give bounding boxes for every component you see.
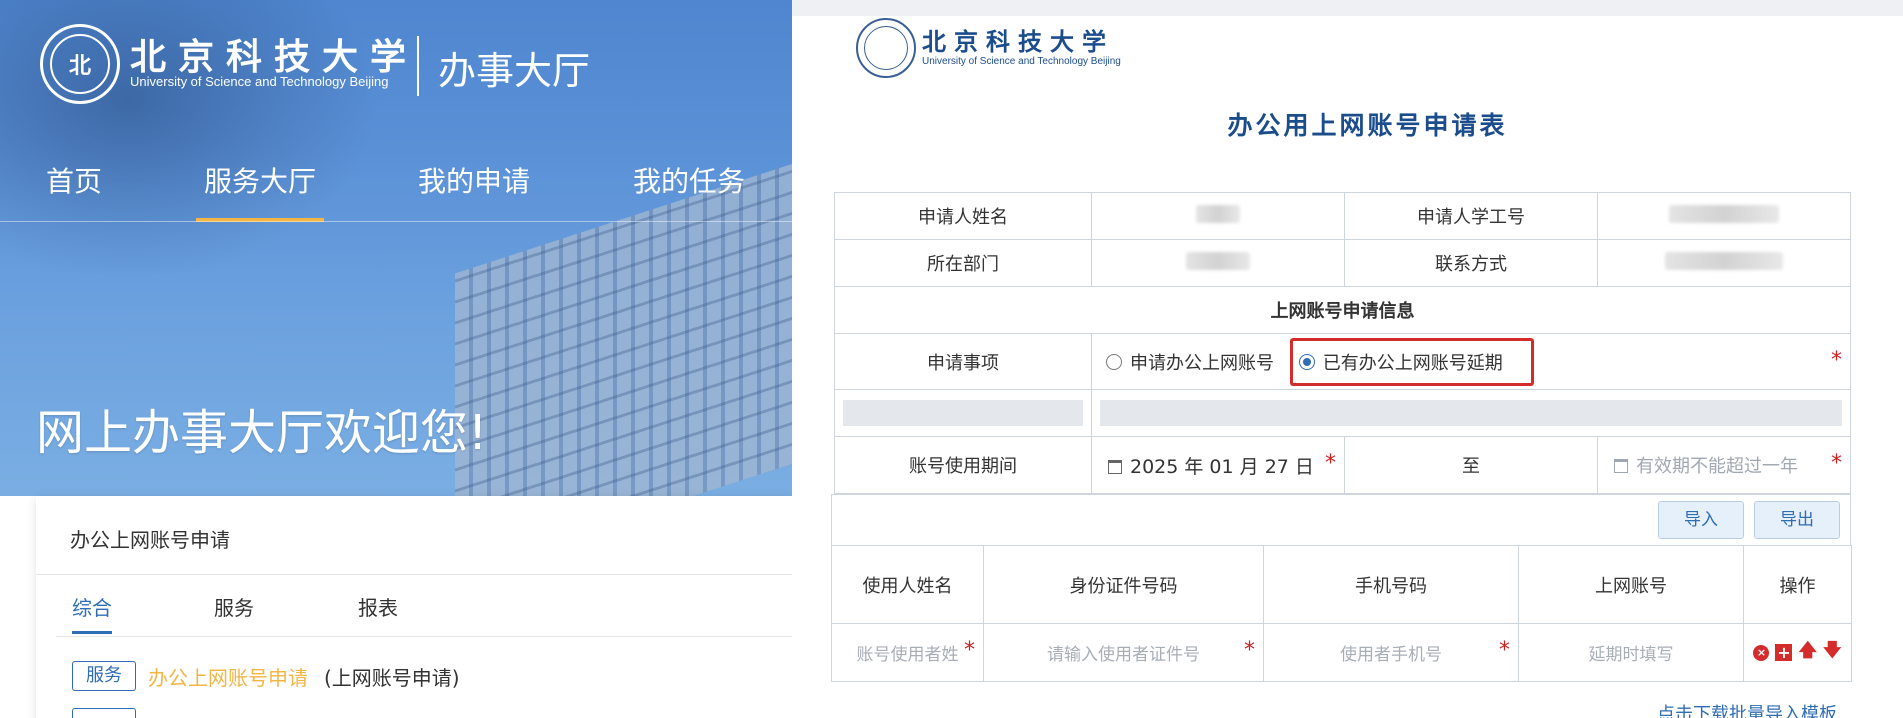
header-account: 上网账号 [1518,545,1744,624]
delete-row-icon[interactable]: × [1753,644,1770,661]
nav-my-applications[interactable]: 我的申请 [418,160,530,222]
service-badge-next [72,708,136,718]
portal-panel: 北 北京科技大学 University of Science and Techn… [0,0,792,718]
form-title: 办公用上网账号申请表 [1227,111,1508,140]
label-usage-period: 账号使用期间 [834,436,1092,494]
move-up-icon[interactable]: 🡅 [1798,638,1817,668]
blank-value [1091,389,1851,437]
university-seal-icon[interactable]: 北 [40,24,120,104]
nav-service-hall[interactable]: 服务大厅 [195,160,325,222]
main-nav: 首页 服务大厅 我的申请 我的任务 [0,160,792,222]
value-department [1091,239,1345,287]
label-apply-item: 申请事项 [834,333,1092,390]
top-strip [792,0,1903,16]
value-applicant-id [1597,192,1851,240]
service-badge: 服务 [72,661,136,691]
tab-divider [56,636,792,637]
university-name-en: University of Science and Technology Bei… [130,74,389,89]
input-id-number[interactable]: 请输入使用者证件号 * [983,623,1264,682]
highlight-box: 已有办公上网账号延期 [1289,337,1534,386]
header-actions: 操作 [1743,545,1852,624]
applicant-info-table: 申请人姓名 申请人学工号 所在部门 联系方式 上网账号申请信息 申请事项 申请办… [834,192,1851,494]
nav-my-tasks[interactable]: 我的任务 [633,160,745,222]
university-seal-icon-small [856,18,916,78]
label-applicant-name: 申请人姓名 [834,192,1092,240]
download-template-link[interactable]: 点击下载批量导入模板 [1657,700,1837,718]
calendar-icon [1108,459,1122,474]
blank-label [834,389,1092,437]
input-user-name[interactable]: 账号使用者姓 * [831,623,984,682]
import-export-toolbar: 导入 导出 [831,494,1851,546]
radio-circle-selected[interactable] [1298,353,1315,370]
input-phone[interactable]: 使用者手机号 * [1263,623,1519,682]
required-mark: * [1831,451,1842,476]
tab-overview[interactable]: 综合 [72,592,112,634]
header-phone: 手机号码 [1263,545,1519,624]
end-date-placeholder: 有效期不能超过一年 [1636,456,1798,477]
nav-home[interactable]: 首页 [46,160,102,222]
required-mark: * [1244,638,1255,663]
value-contact [1597,239,1851,287]
card-title: 办公上网账号申请 [70,528,230,552]
label-contact: 联系方式 [1344,239,1598,287]
period-separator: 至 [1344,436,1598,494]
university-name-cn: 北京科技大学 [130,36,419,78]
row-actions: × + 🡅 🡇 [1743,623,1852,682]
start-date-value: 2025 年 01 月 27 日 [1130,455,1314,478]
required-mark: * [964,638,975,663]
calendar-icon [1614,459,1628,473]
welcome-message: 网上办事大厅欢迎您! [36,405,488,461]
service-link-suffix: (上网账号申请) [324,666,460,690]
form-university-name-cn: 北京科技大学 [922,27,1114,56]
label-applicant-id: 申请人学工号 [1344,192,1598,240]
input-account[interactable]: 延期时填写 [1518,623,1744,682]
value-applicant-name [1091,192,1345,240]
service-link[interactable]: 办公上网账号申请 [148,662,308,691]
header-id-number: 身份证件号码 [983,545,1264,624]
apply-item-options: 申请办公上网账号 已有办公上网账号延期 * [1091,333,1851,390]
radio-extend-account-label: 已有办公上网账号延期 [1322,352,1503,374]
header-user-name: 使用人姓名 [831,545,984,624]
hero-banner: 北 北京科技大学 University of Science and Techn… [0,0,792,496]
logo-divider [417,36,419,96]
form-university-name-en: University of Science and Technology Bei… [922,56,1121,67]
add-row-icon[interactable]: + [1775,644,1793,661]
radio-new-account[interactable]: 申请办公上网账号 [1106,349,1274,375]
import-button[interactable]: 导入 [1658,501,1744,539]
start-date-field[interactable]: 2025 年 01 月 27 日 * [1091,436,1345,494]
nav-divider [0,221,792,222]
tab-reports[interactable]: 报表 [358,592,398,634]
radio-new-account-label: 申请办公上网账号 [1130,352,1274,374]
service-hall-title: 办事大厅 [438,49,591,93]
label-department: 所在部门 [834,239,1092,287]
application-form-panel: 北京科技大学 University of Science and Technol… [792,0,1903,718]
required-mark: * [1325,451,1336,476]
service-card: 办公上网账号申请 综合 服务 报表 服务 办公上网账号申请 (上网账号申请) [36,496,792,718]
move-down-icon[interactable]: 🡇 [1823,638,1842,668]
end-date-field[interactable]: 有效期不能超过一年 * [1597,436,1851,494]
radio-circle[interactable] [1106,353,1122,370]
required-mark: * [1831,348,1842,373]
card-divider [36,574,792,575]
export-button[interactable]: 导出 [1754,501,1840,539]
user-grid: 使用人姓名 身份证件号码 手机号码 上网账号 操作 账号使用者姓 * 请输入使用… [831,545,1852,682]
section-title: 上网账号申请信息 [834,286,1851,334]
required-mark: * [1499,638,1510,663]
tab-services[interactable]: 服务 [214,592,254,634]
radio-extend-account[interactable]: 已有办公上网账号延期 [1298,349,1503,375]
